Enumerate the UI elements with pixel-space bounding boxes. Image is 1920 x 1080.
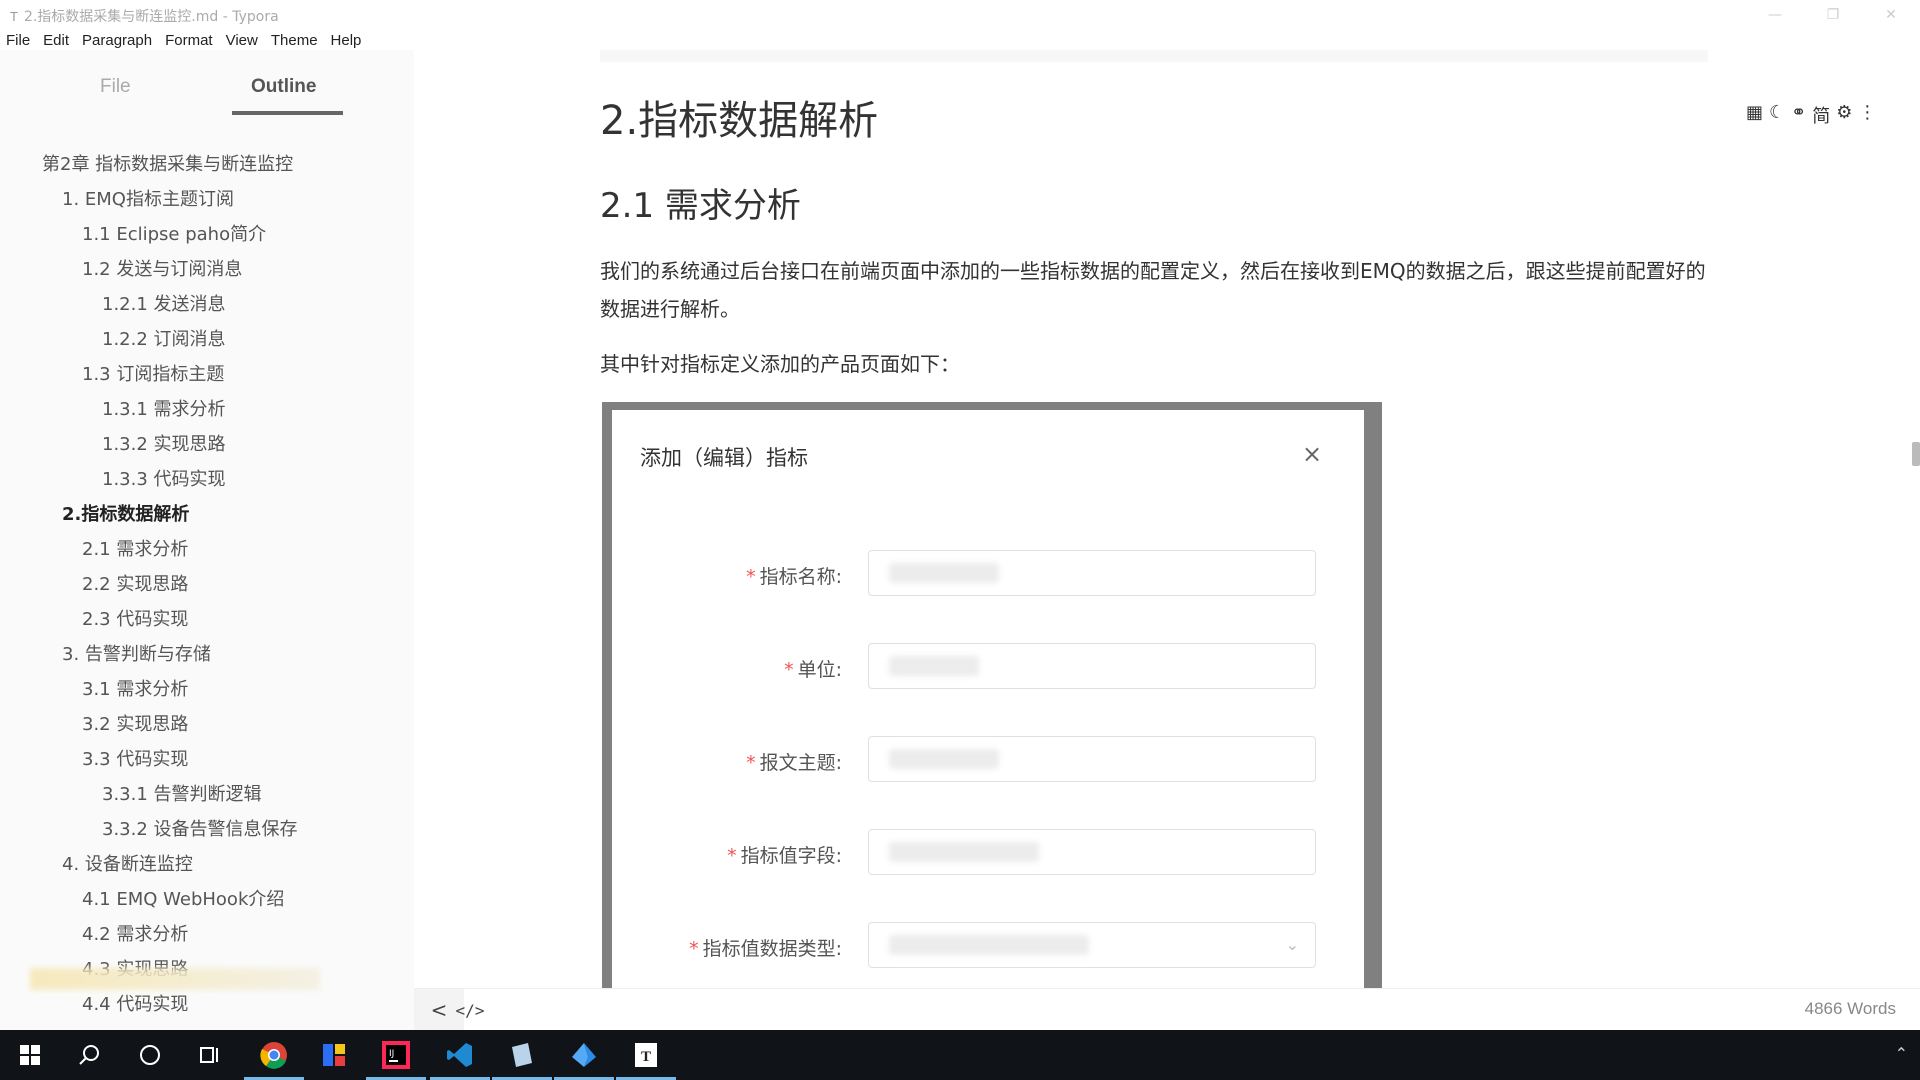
menu-edit[interactable]: Edit	[43, 32, 69, 49]
app3-icon[interactable]	[554, 1030, 614, 1080]
menu-help[interactable]: Help	[331, 32, 362, 49]
outline-item[interactable]: 4. 设备断连监控	[62, 850, 193, 876]
grid-icon[interactable]: ▦	[1746, 102, 1763, 128]
app-icon[interactable]	[304, 1030, 364, 1080]
outline-item[interactable]: 2.指标数据解析	[62, 500, 189, 526]
field-label: * 报文主题:	[746, 752, 842, 774]
gear-icon[interactable]: ⚙	[1836, 102, 1852, 128]
restore-icon[interactable]: ❐	[1804, 0, 1862, 30]
field-input	[868, 829, 1316, 875]
content-top-strip	[600, 50, 1708, 62]
outline-item[interactable]: 3.3 代码实现	[82, 745, 188, 771]
outline-item[interactable]: 第2章 指标数据采集与断连监控	[42, 150, 293, 176]
dialog-screenshot: 添加（编辑）指标 × * 指标名称: * 单位: * 报文主题: * 指标值字段: * 指…	[612, 410, 1364, 988]
intellij-icon[interactable]: IJ	[366, 1030, 426, 1080]
mic-icon[interactable]: ⚭	[1791, 102, 1806, 128]
outline-item[interactable]: 3. 告警判断与存储	[62, 640, 211, 666]
window-title-group: T 2.指标数据采集与断连监控.md - Typora	[10, 6, 279, 26]
simplified-chinese-button[interactable]: 简	[1812, 102, 1830, 128]
moon-icon[interactable]: ☾	[1769, 102, 1785, 128]
menu-bar: File Edit Paragraph Format View Theme He…	[0, 30, 1920, 50]
field-input	[868, 736, 1316, 782]
field-input	[868, 643, 1316, 689]
more-icon[interactable]: ⋮	[1858, 102, 1876, 128]
outline-item[interactable]: 1.3.2 实现思路	[102, 430, 226, 456]
menu-format[interactable]: Format	[165, 32, 213, 49]
active-tab-indicator	[232, 111, 343, 115]
paragraph: 其中针对指标定义添加的产品页面如下：	[600, 352, 960, 376]
embedded-image: 添加（编辑）指标 × * 指标名称: * 单位: * 报文主题: * 指标值字段: * 指…	[602, 402, 1382, 988]
source-code-mode-button[interactable]: </>	[450, 997, 490, 1023]
field-input	[868, 550, 1316, 596]
outline-item[interactable]: 3.2 实现思路	[82, 710, 188, 736]
tab-outline[interactable]: Outline	[251, 76, 316, 98]
outline-item[interactable]: 1.3 订阅指标主题	[82, 360, 224, 386]
outline-item[interactable]: 4.4 代码实现	[82, 990, 188, 1016]
outline-item[interactable]: 3.3.1 告警判断逻辑	[102, 780, 262, 806]
outline-item[interactable]: 3.3.2 设备告警信息保存	[102, 815, 298, 841]
window-title: 2.指标数据采集与断连监控.md - Typora	[23, 9, 279, 25]
outline-item[interactable]: 4.1 EMQ WebHook介绍	[82, 885, 284, 911]
outline-item[interactable]: 1. EMQ指标主题订阅	[62, 185, 234, 211]
close-icon[interactable]: ✕	[1862, 0, 1920, 30]
svg-text:T: T	[641, 1049, 651, 1065]
form-row: * 指标名称:	[612, 550, 1364, 600]
window-controls: — ❐ ✕	[1746, 0, 1920, 30]
typora-app-icon: T	[10, 8, 18, 24]
heading-h2: 2.指标数据解析	[600, 98, 879, 144]
paragraph: 我们的系统通过后台接口在前端页面中添加的一些指标数据的配置定义，然后在接收到EM…	[600, 259, 1706, 321]
floating-toolbar: ▦ ☾ ⚭ 简 ⚙ ⋮	[1746, 102, 1876, 128]
outline-item[interactable]: 3.1 需求分析	[82, 675, 188, 701]
editor-content: 2.指标数据解析 2.1 需求分析 我们的系统通过后台接口在前端页面中添加的一些…	[414, 50, 1920, 988]
vscode-icon[interactable]	[430, 1030, 490, 1080]
close-icon: ×	[1302, 440, 1323, 468]
field-label: * 指标名称:	[746, 566, 842, 588]
field-select: ⌄	[868, 922, 1316, 968]
chevron-down-icon: ⌄	[1285, 935, 1299, 954]
search-icon[interactable]	[60, 1030, 120, 1080]
dialog-title: 添加（编辑）指标	[640, 446, 808, 470]
outline-item[interactable]: 4.2 需求分析	[82, 920, 188, 946]
heading-h3: 2.1 需求分析	[600, 186, 801, 226]
title-bar: T 2.指标数据采集与断连监控.md - Typora — ❐ ✕	[0, 0, 1920, 30]
app2-icon[interactable]	[492, 1030, 552, 1080]
field-label: * 指标值数据类型:	[689, 938, 842, 960]
chevron-up-icon[interactable]: ⌃	[1895, 1044, 1908, 1063]
menu-file[interactable]: File	[6, 32, 30, 49]
outline-item[interactable]: 1.3.1 需求分析	[102, 395, 226, 421]
svg-text:IJ: IJ	[389, 1049, 394, 1059]
cortana-icon[interactable]	[120, 1030, 180, 1080]
field-label: * 单位:	[784, 659, 842, 681]
outline-item[interactable]: 1.3.3 代码实现	[102, 465, 226, 491]
word-count[interactable]: 4866 Words	[1805, 999, 1896, 1019]
typora-icon[interactable]: T	[616, 1030, 676, 1080]
form-row: * 单位:	[612, 643, 1364, 693]
blurred-overlay	[30, 968, 320, 990]
taskbar: IJ T ⌃	[0, 1030, 1920, 1080]
outline-item[interactable]: 1.2 发送与订阅消息	[82, 255, 242, 281]
outline-item[interactable]: 2.1 需求分析	[82, 535, 188, 561]
scrollbar-thumb[interactable]	[1912, 442, 1920, 466]
outline-item[interactable]: 1.2.2 订阅消息	[102, 325, 226, 351]
field-label: * 指标值字段:	[727, 845, 842, 867]
menu-theme[interactable]: Theme	[271, 32, 318, 49]
start-icon[interactable]	[0, 1030, 60, 1080]
tab-file[interactable]: File	[100, 76, 131, 98]
outline-item[interactable]: 1.2.1 发送消息	[102, 290, 226, 316]
outline-item[interactable]: 2.3 代码实现	[82, 605, 188, 631]
form-row: * 指标值字段:	[612, 829, 1364, 879]
sidebar-tabs: File Outline	[0, 50, 414, 118]
sidebar: File Outline 第2章 指标数据采集与断连监控 1. EMQ指标主题订阅…	[0, 50, 414, 1030]
outline-item[interactable]: 1.1 Eclipse paho简介	[82, 220, 266, 246]
menu-view[interactable]: View	[226, 32, 258, 49]
form-row: * 指标值数据类型: ⌄	[612, 922, 1364, 972]
minimize-icon[interactable]: —	[1746, 0, 1804, 30]
task-view-icon[interactable]	[180, 1030, 240, 1080]
outline-item[interactable]: 2.2 实现思路	[82, 570, 188, 596]
chrome-icon[interactable]	[244, 1030, 304, 1080]
form-row: * 报文主题:	[612, 736, 1364, 786]
menu-paragraph[interactable]: Paragraph	[82, 32, 152, 49]
status-bar: < </> 4866 Words	[414, 988, 1920, 1031]
